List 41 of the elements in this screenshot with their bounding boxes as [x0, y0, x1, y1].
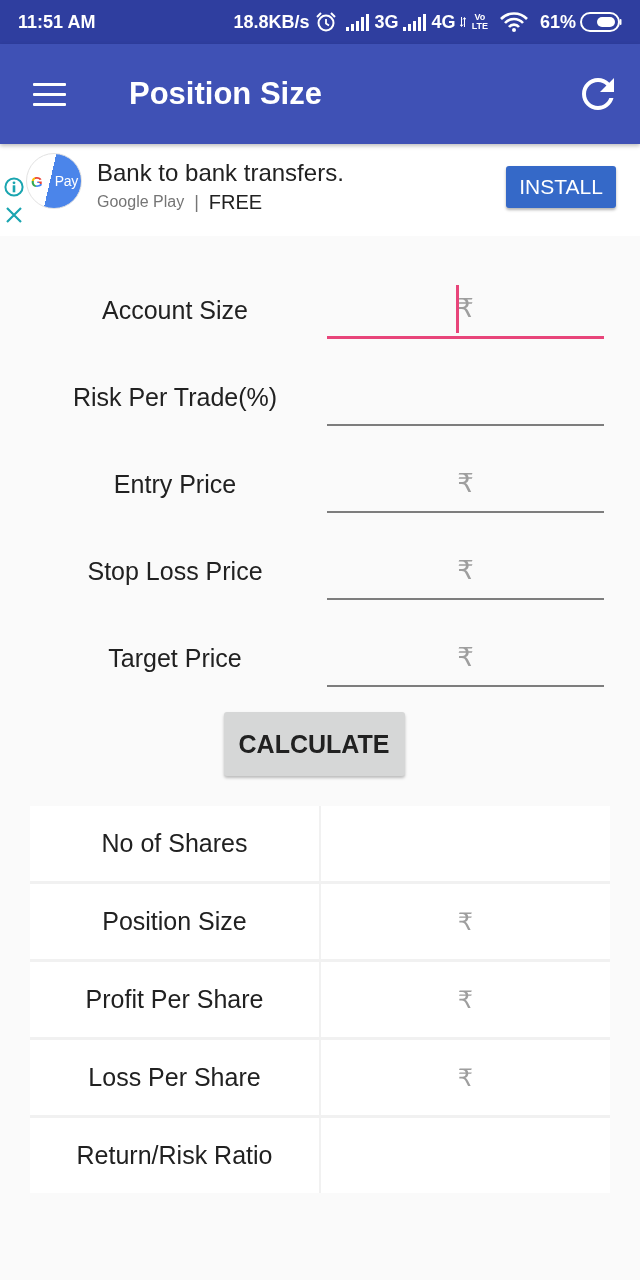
price-label: FREE [208, 190, 263, 214]
battery-percent: 61% [539, 11, 576, 33]
calculate-button[interactable]: CALCULATE [223, 712, 405, 776]
volte-label: Vo LTE [471, 13, 488, 31]
wifi-icon [499, 12, 528, 32]
ad-headline: Bank to bank transfers. [97, 158, 344, 187]
info-icon[interactable] [4, 177, 24, 197]
battery-icon [580, 12, 622, 32]
input-field[interactable]: ₹ [327, 455, 604, 513]
status-time: 11:51 AM [18, 11, 96, 33]
separator: | [194, 191, 199, 213]
field-label: Entry Price [113, 469, 237, 500]
refresh-icon[interactable] [582, 78, 614, 110]
install-button[interactable]: INSTALL [506, 166, 616, 208]
signal-icon [345, 13, 371, 31]
field-label: Risk Per Trade(%) [72, 382, 278, 413]
input-field[interactable]: ₹ [327, 629, 604, 687]
alarm-clock-icon [315, 12, 336, 32]
table-cell: Profit Per Share [30, 962, 319, 1037]
field-label: Target Price [108, 643, 242, 674]
app-title: Position Size [129, 76, 322, 112]
input-field[interactable]: ₹ [327, 542, 604, 600]
table-cell: Return/Risk Ratio [30, 1118, 319, 1193]
text-cursor [455, 285, 459, 333]
table-cell: ₹ [321, 884, 610, 959]
table-cell: Position Size [30, 884, 319, 959]
network-type: 3G [374, 11, 399, 33]
table-cell: ₹ [321, 1040, 610, 1115]
close-icon[interactable] [6, 207, 22, 223]
logo-text: Pay [54, 173, 78, 189]
field-label: Account Size [102, 295, 248, 326]
table-cell: ₹ [321, 962, 610, 1037]
network-type: 4G [431, 11, 456, 33]
data-arrows-icon [459, 17, 466, 27]
table-cell: Loss Per Share [30, 1040, 319, 1115]
network-speed: 18.8KB/s [233, 11, 310, 33]
table-cell: No of Shares [30, 806, 319, 881]
field-label: Stop Loss Price [87, 556, 263, 587]
menu-icon[interactable] [33, 82, 66, 106]
signal-icon [402, 13, 428, 31]
store-name: Google Play [97, 193, 185, 211]
